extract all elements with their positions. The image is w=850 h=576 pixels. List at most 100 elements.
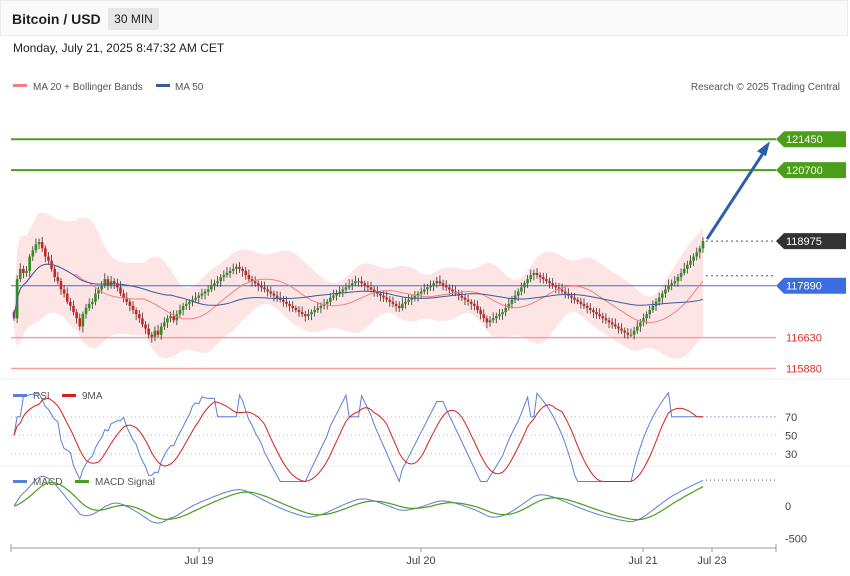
candle-body xyxy=(72,305,75,313)
candle-body xyxy=(498,314,501,317)
candle-body xyxy=(548,281,551,284)
candle-body xyxy=(438,281,442,284)
candle-body xyxy=(476,305,479,311)
candle-body xyxy=(510,299,514,304)
macd-tick-0: 0 xyxy=(785,501,791,513)
candle-body xyxy=(610,322,614,325)
candle-body xyxy=(282,299,285,302)
candle-body xyxy=(651,305,655,311)
x-axis: Jul 19 Jul 20 Jul 21 Jul 23 xyxy=(10,544,777,567)
candle-body xyxy=(585,305,589,308)
candle-body xyxy=(109,281,113,286)
candle-body xyxy=(563,291,567,294)
candle-body xyxy=(263,287,266,290)
candle-body xyxy=(47,256,50,261)
candle-body xyxy=(541,277,545,280)
candle-body xyxy=(81,314,85,327)
candle-body xyxy=(163,322,166,327)
candle-body xyxy=(44,248,47,257)
candle-body xyxy=(78,318,82,327)
candle-body xyxy=(200,293,204,296)
candle-body xyxy=(551,283,554,286)
candle-body xyxy=(303,314,307,317)
candle-body xyxy=(244,270,248,276)
price-levels: 121450 120700 118975 117890 116630 115880 xyxy=(11,131,846,375)
x-tick-label: Jul 19 xyxy=(184,555,213,567)
candle-body xyxy=(460,295,464,298)
candle-body xyxy=(347,285,351,288)
candle-body xyxy=(65,293,69,302)
candle-body xyxy=(604,318,608,321)
candle-body xyxy=(466,299,470,302)
resistance-label-120700: 120700 xyxy=(786,165,823,177)
candle-body xyxy=(153,330,157,337)
candle-body xyxy=(150,334,154,337)
candle-body xyxy=(463,297,467,300)
candle-body xyxy=(614,324,617,327)
candle-body xyxy=(629,334,633,336)
candle-body xyxy=(429,285,432,288)
candle-body xyxy=(617,326,620,329)
resistance-label-121450: 121450 xyxy=(786,134,823,146)
candle-body xyxy=(31,250,35,257)
candle-body xyxy=(350,283,354,286)
candle-body xyxy=(397,305,401,308)
candle-body xyxy=(379,293,382,296)
candle-body xyxy=(144,324,147,329)
candle-body xyxy=(18,268,22,280)
candle-body xyxy=(595,312,598,315)
candle-body xyxy=(448,287,451,290)
candle-body xyxy=(344,287,348,290)
candle-body xyxy=(413,295,417,298)
macd-legend: MACD MACD Signal xyxy=(13,477,155,488)
legend-label-rsi: RSI xyxy=(33,391,50,402)
candle-body xyxy=(166,318,169,323)
candle-body xyxy=(394,303,398,306)
candle-body xyxy=(266,289,269,292)
candle-body xyxy=(341,289,345,292)
candle-body xyxy=(272,293,276,296)
candle-body xyxy=(238,266,241,269)
candle-body xyxy=(319,305,323,308)
candle-body xyxy=(131,305,135,311)
candle-body xyxy=(156,330,160,335)
candle-body xyxy=(288,303,291,306)
candle-body xyxy=(479,310,482,315)
macd-tick--500: -500 xyxy=(785,533,807,545)
candle-body xyxy=(529,275,533,280)
candle-body xyxy=(75,312,78,319)
candle-body xyxy=(256,283,260,286)
candle-body xyxy=(657,297,661,302)
candle-body xyxy=(316,307,320,311)
candle-body xyxy=(592,310,595,313)
legend-label-macd-signal: MACD Signal xyxy=(95,477,155,488)
candle-body xyxy=(422,289,426,292)
candle-body xyxy=(56,277,60,282)
pivot-label-117890: 117890 xyxy=(786,281,822,293)
candle-body xyxy=(194,297,197,300)
candle-body xyxy=(601,316,605,319)
legend-swatch-macd xyxy=(13,480,27,483)
candle-body xyxy=(253,281,257,284)
candle-body xyxy=(213,283,216,286)
candle-body xyxy=(385,297,388,300)
candle-body xyxy=(588,307,592,311)
candle-body xyxy=(147,328,150,335)
candle-body xyxy=(119,287,122,294)
candle-body xyxy=(216,281,219,284)
candle-body xyxy=(178,310,182,315)
candle-body xyxy=(491,318,495,321)
candle-body xyxy=(137,314,141,319)
candle-body xyxy=(689,260,692,265)
candle-body xyxy=(520,287,523,292)
candle-body xyxy=(141,318,144,325)
candle-body xyxy=(670,283,673,286)
candle-body xyxy=(560,289,564,292)
rsi-tick-30: 30 xyxy=(785,449,797,461)
candle-body xyxy=(231,268,235,271)
candle-body xyxy=(679,272,683,278)
candle-body xyxy=(419,291,423,294)
candle-body xyxy=(667,285,670,290)
candle-body xyxy=(607,320,611,323)
candle-body xyxy=(269,291,273,294)
